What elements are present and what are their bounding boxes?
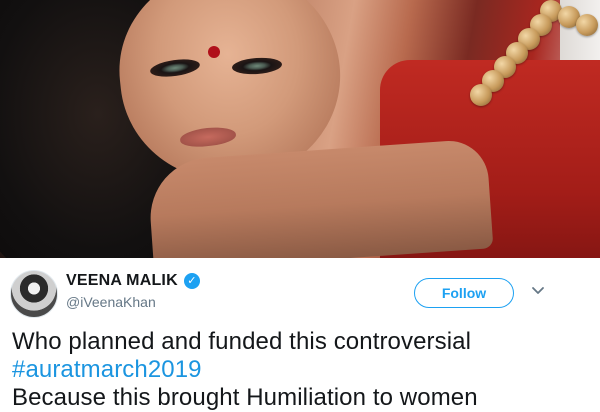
photo-bindi [208,46,220,58]
author-display-name[interactable]: VEENA MALIK [66,272,178,290]
tweet-text-line-1: Who planned and funded this controversia… [12,328,472,355]
tweet-photo[interactable] [0,0,600,258]
chevron-down-icon[interactable] [530,282,546,298]
hashtag-link[interactable]: #auratmarch2019 [12,356,592,384]
verified-check-icon: ✓ [183,273,200,289]
tweet-header: VEENA MALIK ✓ @iVeenaKhan Follow [0,258,600,328]
tweet-text-line-3: Because this brought Humiliation to wome… [12,384,478,411]
author-name-row: VEENA MALIK ✓ [66,272,200,290]
tweet-text: Who planned and funded this controversia… [12,328,592,412]
photo-bead-strap [390,0,600,120]
follow-button[interactable]: Follow [414,278,514,308]
author-handle[interactable]: @iVeenaKhan [66,294,156,310]
avatar[interactable] [10,270,58,318]
